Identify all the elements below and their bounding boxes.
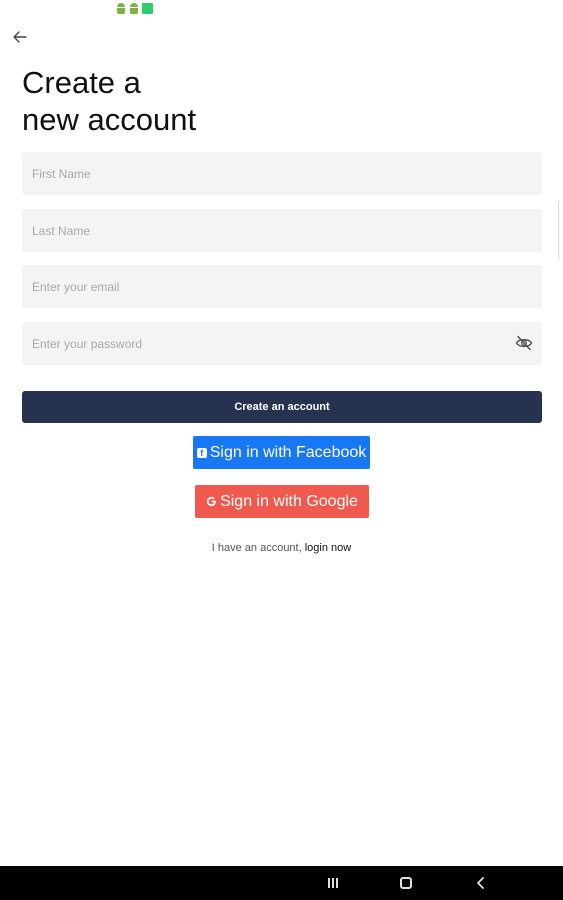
status-bar [0, 0, 563, 22]
page-title: Create a new account [22, 64, 322, 138]
google-button-label: Sign in with Google [220, 492, 358, 510]
login-prompt-text: I have an account, [211, 542, 302, 554]
login-now-link[interactable]: login now [305, 542, 351, 554]
page-title-line-2: new account [22, 102, 197, 137]
email-input[interactable] [32, 279, 532, 294]
password-field-container [22, 322, 542, 365]
edge-panel-handle[interactable] [558, 200, 563, 260]
last-name-input[interactable] [32, 223, 532, 238]
recents-icon[interactable] [327, 878, 339, 888]
home-icon[interactable] [400, 877, 412, 889]
android-icon [129, 3, 139, 14]
facebook-icon: f [196, 447, 207, 458]
email-field-container [22, 265, 542, 308]
google-icon [206, 496, 217, 507]
eye-off-icon[interactable] [515, 335, 533, 351]
back-icon[interactable] [475, 876, 487, 890]
facebook-button-label: Sign in with Facebook [209, 443, 367, 461]
notification-square-icon [142, 3, 153, 14]
password-input[interactable] [32, 336, 506, 351]
first-name-input[interactable] [32, 166, 532, 181]
first-name-field-container [22, 152, 542, 195]
last-name-field-container [22, 209, 542, 252]
android-icon [116, 3, 126, 14]
page-title-line-1: Create a [22, 65, 141, 100]
sign-in-google-button[interactable]: Sign in with Google [195, 485, 369, 518]
back-button[interactable] [10, 28, 30, 46]
create-account-button[interactable]: Create an account [22, 391, 542, 423]
arrow-left-icon [13, 31, 27, 43]
system-nav-bar [0, 866, 563, 900]
status-icons [116, 3, 153, 14]
login-prompt: I have an account, login now [0, 542, 563, 554]
sign-in-facebook-button[interactable]: f Sign in with Facebook [193, 436, 370, 469]
